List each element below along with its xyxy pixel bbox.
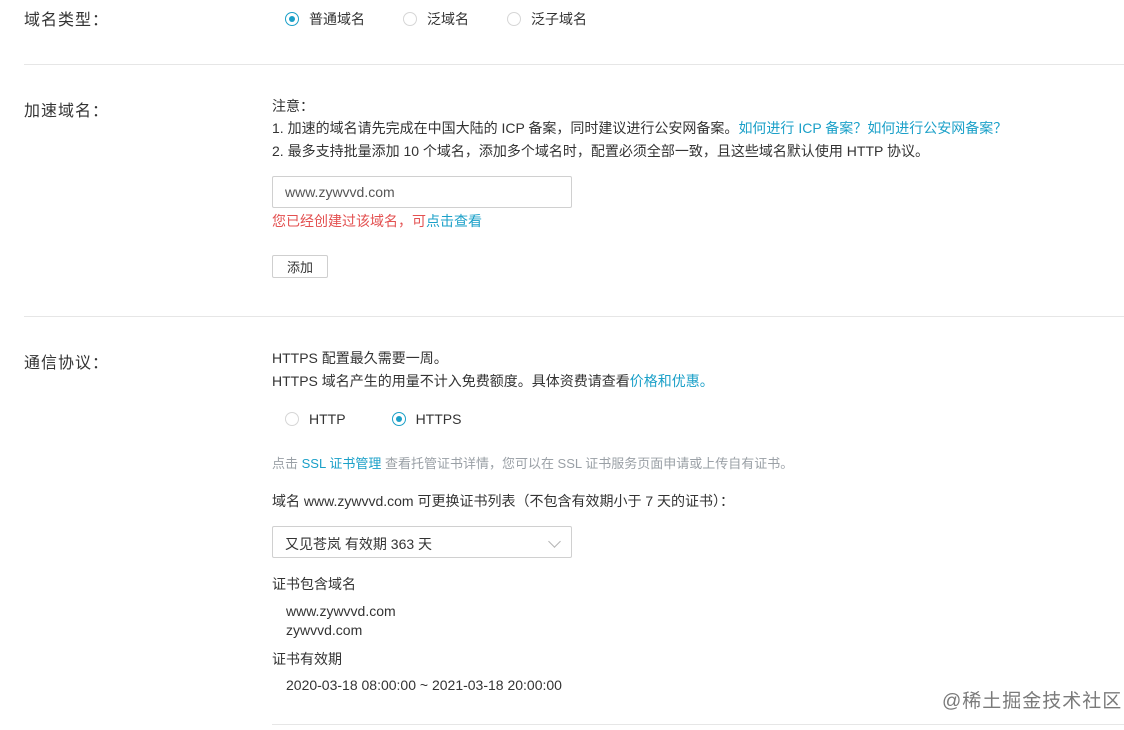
accel-domain-label: 加速域名： bbox=[24, 103, 110, 120]
radio-https[interactable]: HTTPS bbox=[391, 411, 462, 427]
radio-label: 普通域名 bbox=[309, 11, 365, 27]
cert-select-value: 又见苍岚 有效期 363 天 bbox=[285, 536, 433, 552]
cert-validity-title: 证书有效期 bbox=[272, 651, 342, 667]
radio-normal-domain[interactable]: 普通域名 bbox=[285, 9, 365, 29]
watermark: @稀土掘金技术社区 bbox=[942, 691, 1123, 712]
icp-filing-link[interactable]: 如何进行 ICP 备案？ bbox=[738, 120, 867, 136]
radio-dot-icon bbox=[507, 12, 521, 26]
cert-validity-value: 2020-03-18 08:00:00 ~ 2021-03-18 20:00:0… bbox=[286, 677, 562, 693]
ssl-hint-prefix: 点击 bbox=[272, 456, 302, 471]
domain-error-message: 您已经创建过该域名，可点击查看 bbox=[272, 211, 482, 231]
ssl-hint: 点击 SSL 证书管理 查看托管证书详情，您可以在 SSL 证书服务页面申请或上… bbox=[272, 454, 793, 474]
https-info-1: HTTPS 配置最久需要一周。 bbox=[272, 350, 448, 366]
cert-select[interactable]: 又见苍岚 有效期 363 天 bbox=[272, 526, 572, 558]
section-divider bbox=[272, 724, 1124, 725]
domain-type-label: 域名类型： bbox=[24, 12, 110, 29]
add-button[interactable]: 添加 bbox=[272, 255, 328, 278]
https-info-2-text: HTTPS 域名产生的用量不计入免费额度。具体资费请查看 bbox=[272, 373, 630, 389]
radio-label: HTTP bbox=[309, 411, 346, 427]
radio-wildcard-domain[interactable]: 泛域名 bbox=[403, 9, 469, 29]
note-line-2: 2. 最多支持批量添加 10 个域名，添加多个域名时，配置必须全部一致，且这些域… bbox=[272, 143, 929, 159]
view-existing-link[interactable]: 点击查看 bbox=[426, 213, 482, 229]
chevron-down-icon bbox=[548, 535, 561, 548]
radio-dot-icon bbox=[285, 412, 299, 426]
section-divider bbox=[24, 316, 1124, 317]
cert-domains-title: 证书包含域名 bbox=[272, 576, 356, 592]
note-1-text: 1. 加速的域名请先完成在中国大陆的 ICP 备案，同时建议进行公安网备案。 bbox=[272, 120, 739, 136]
cert-domain-item: zywvvd.com bbox=[286, 622, 363, 638]
radio-dot-icon bbox=[403, 12, 417, 26]
radio-wildcard-subdomain[interactable]: 泛子域名 bbox=[507, 9, 587, 29]
section-divider bbox=[24, 64, 1124, 65]
error-text: 您已经创建过该域名，可 bbox=[272, 213, 426, 229]
radio-label: 泛子域名 bbox=[531, 11, 587, 27]
cert-list-title: 域名 www.zywvvd.com 可更换证书列表（不包含有效期小于 7 天的证… bbox=[272, 493, 735, 509]
protocol-radio-group: HTTP HTTPS bbox=[285, 411, 499, 427]
radio-dot-icon bbox=[285, 12, 299, 26]
cert-domain-item: www.zywvvd.com bbox=[286, 603, 396, 619]
ssl-hint-suffix: 查看托管证书详情，您可以在 SSL 证书服务页面申请或上传自有证书。 bbox=[381, 456, 794, 471]
pricing-link[interactable]: 价格和优惠。 bbox=[630, 373, 714, 389]
protocol-label: 通信协议： bbox=[24, 355, 110, 372]
police-filing-link[interactable]: 如何进行公安网备案？ bbox=[867, 120, 1007, 136]
note-title: 注意： bbox=[272, 98, 314, 114]
https-info-2: HTTPS 域名产生的用量不计入免费额度。具体资费请查看价格和优惠。 bbox=[272, 371, 714, 391]
ssl-cert-management-link[interactable]: SSL 证书管理 bbox=[302, 456, 382, 471]
domain-type-radio-group: 普通域名 泛域名 泛子域名 bbox=[285, 9, 625, 29]
radio-dot-icon bbox=[391, 412, 406, 426]
radio-http[interactable]: HTTP bbox=[285, 411, 346, 427]
domain-input[interactable] bbox=[272, 176, 572, 208]
radio-label: HTTPS bbox=[415, 411, 462, 427]
note-line-1: 1. 加速的域名请先完成在中国大陆的 ICP 备案，同时建议进行公安网备案。如何… bbox=[272, 118, 1007, 138]
radio-label: 泛域名 bbox=[427, 11, 469, 27]
